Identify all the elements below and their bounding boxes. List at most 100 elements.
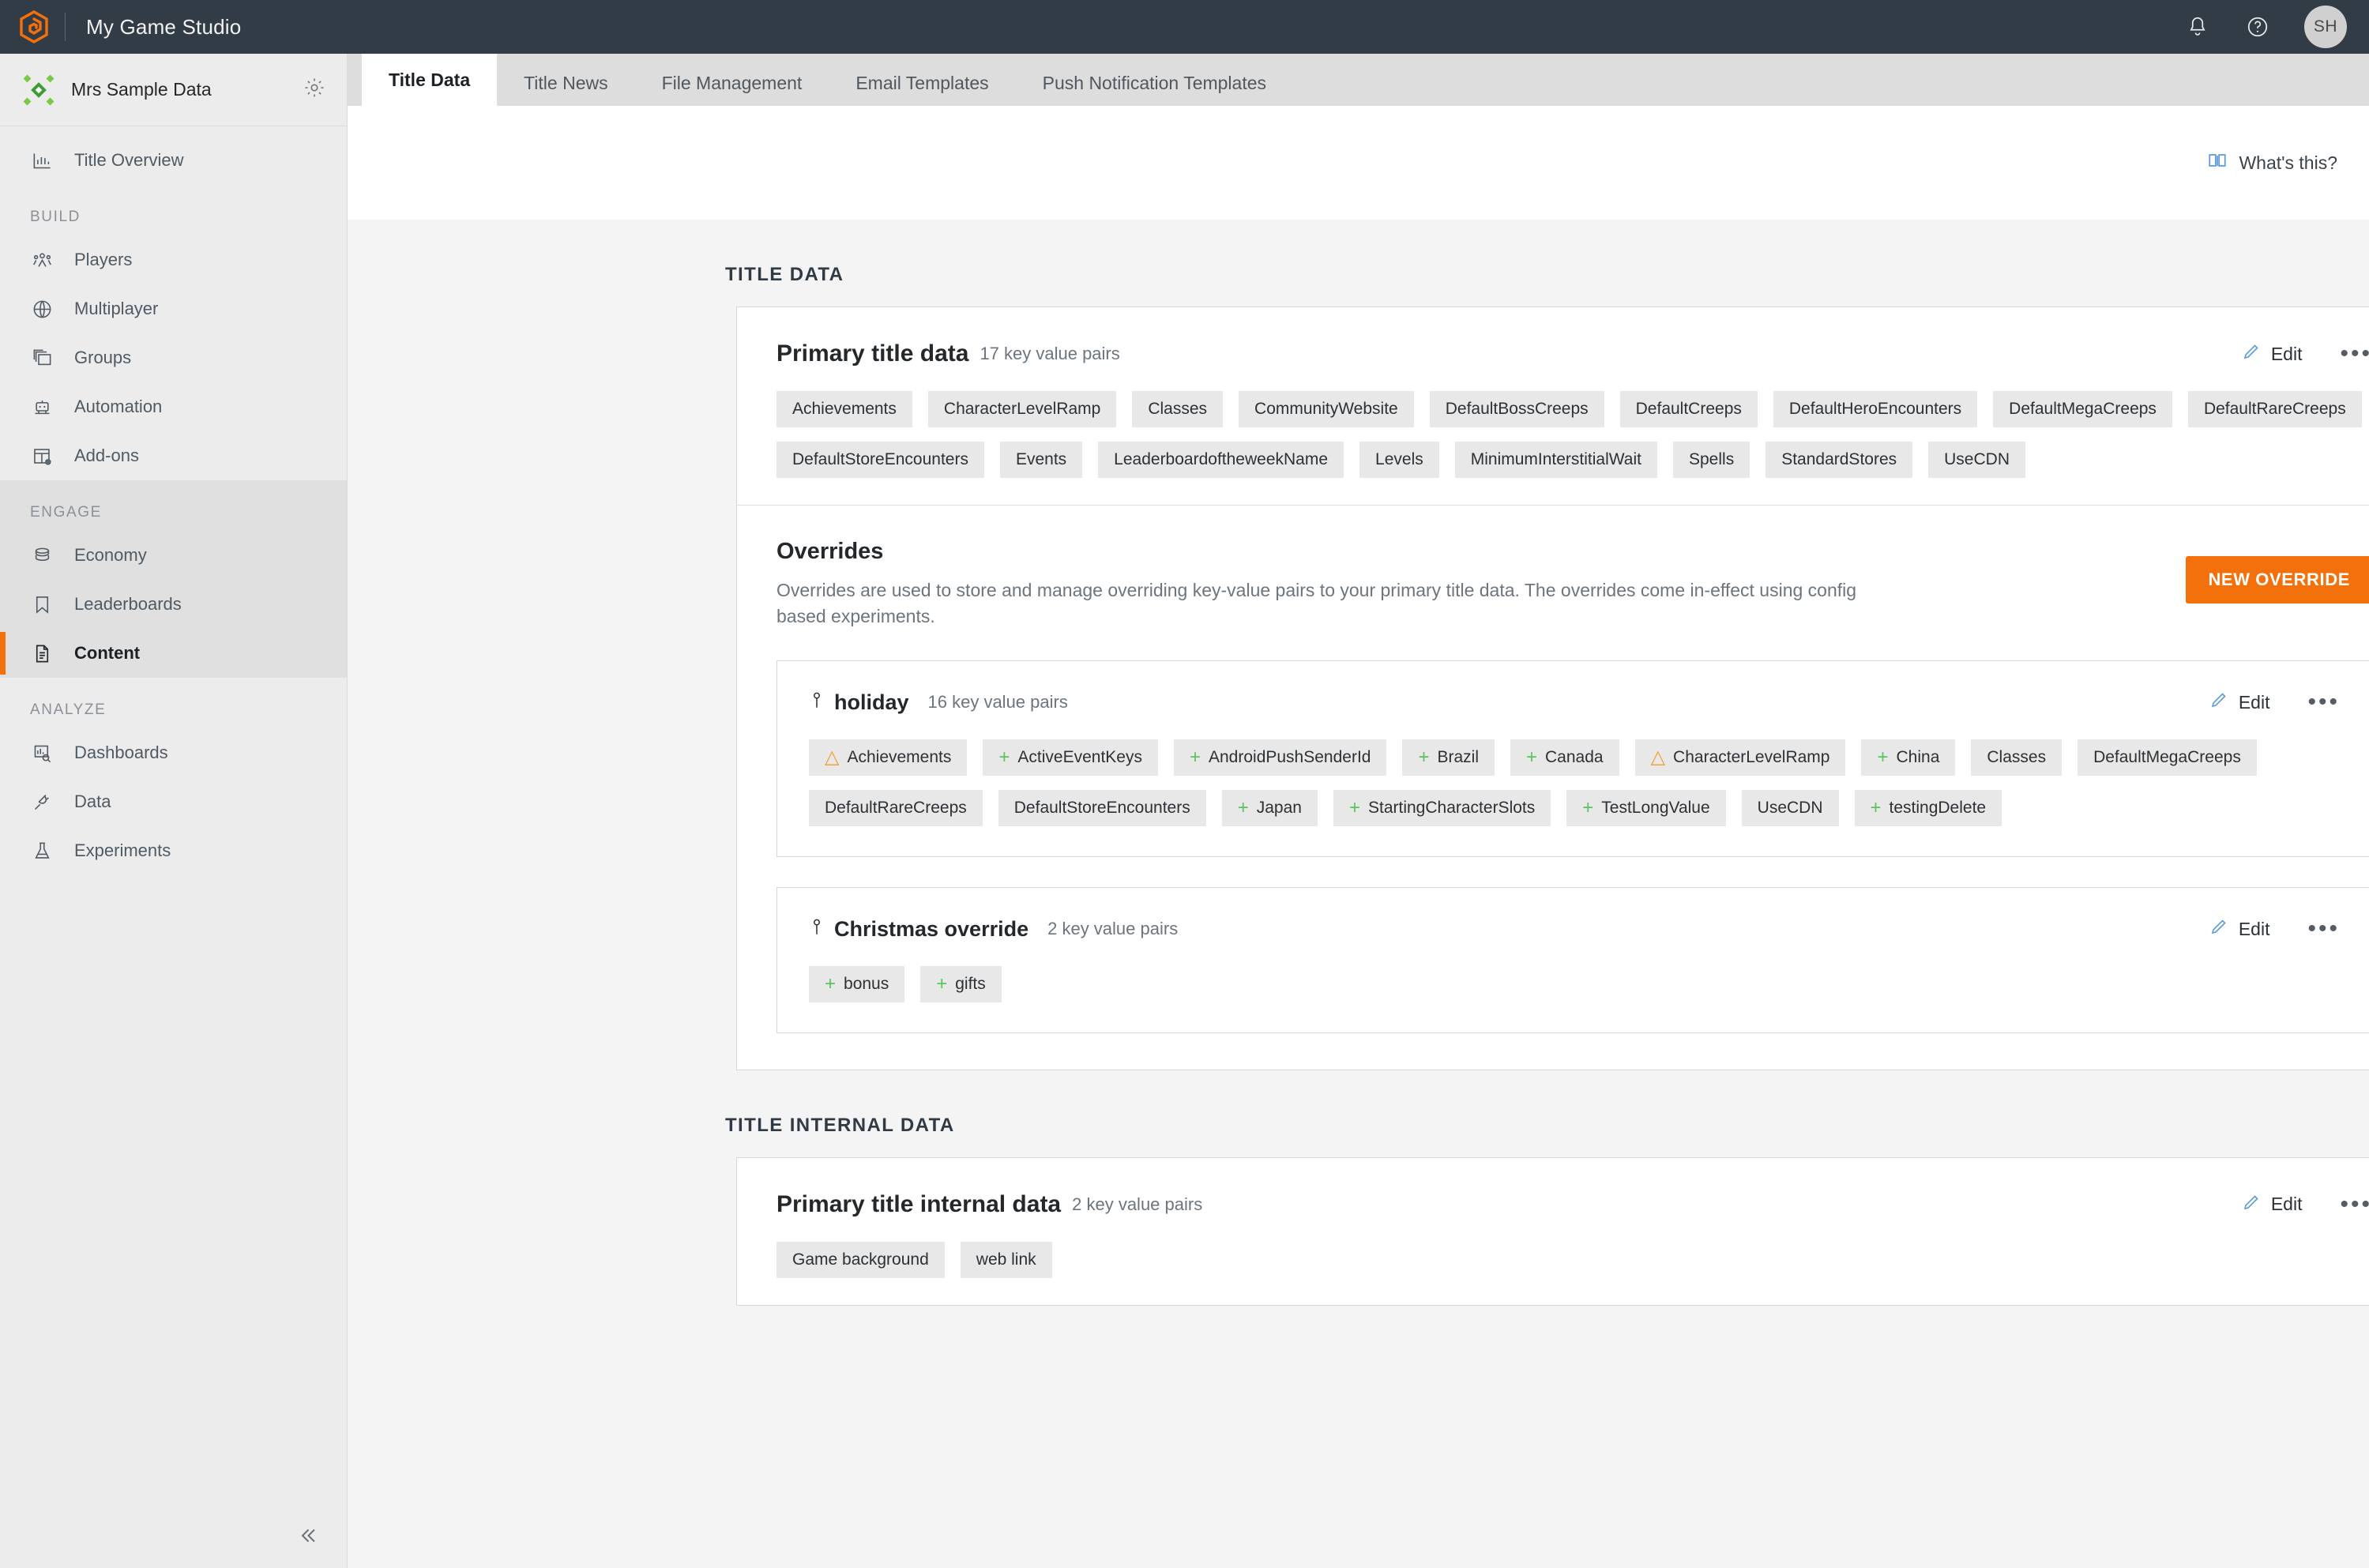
- edit-primary-title-data-button[interactable]: Edit: [2242, 342, 2302, 366]
- document-lines-icon: [30, 641, 54, 665]
- playfab-hex-logo-icon: [17, 10, 51, 43]
- sidebar-item-players[interactable]: Players: [0, 235, 347, 284]
- overrides-description: Overrides are used to store and manage o…: [777, 580, 1857, 627]
- key-chip[interactable]: DefaultStoreEncounters: [777, 442, 984, 478]
- key-chip[interactable]: UseCDN: [1741, 789, 1839, 826]
- key-chip[interactable]: CharacterLevelRamp: [927, 391, 1117, 427]
- sidebar-item-experiments[interactable]: Experiments: [0, 826, 347, 875]
- key-chip[interactable]: + gifts: [920, 965, 1002, 1002]
- primary-title-internal-data-keys: Game background web link: [777, 1241, 2369, 1278]
- new-override-button[interactable]: NEW OVERRIDE: [2186, 556, 2369, 604]
- sidebar-item-label: Title Overview: [74, 150, 184, 170]
- sidebar-item-add-ons[interactable]: Add-ons: [0, 431, 347, 480]
- override-christmas-name: Christmas override 2 key value pairs: [809, 916, 1178, 942]
- ellipsis-icon[interactable]: •••: [2307, 690, 2340, 714]
- bottom-spacer: [348, 1306, 2369, 1353]
- sidebar-item-label: Groups: [74, 348, 132, 367]
- ellipsis-icon[interactable]: •••: [2307, 917, 2340, 941]
- tab-push-notification-templates[interactable]: Push Notification Templates: [1016, 60, 1293, 106]
- key-chip-label: China: [1896, 747, 1940, 766]
- key-chip[interactable]: Classes: [1132, 391, 1224, 427]
- edit-override-christmas-button[interactable]: Edit: [2209, 917, 2269, 941]
- key-chip[interactable]: web link: [960, 1241, 1052, 1278]
- key-chip[interactable]: Game background: [777, 1241, 945, 1278]
- chart-search-icon: [30, 741, 54, 765]
- key-chip[interactable]: DefaultRareCreeps: [809, 789, 983, 826]
- ellipsis-icon[interactable]: •••: [2340, 342, 2369, 366]
- key-chip[interactable]: Events: [999, 442, 1083, 478]
- tab-title-news[interactable]: Title News: [497, 60, 635, 106]
- question-circle-icon[interactable]: [2244, 13, 2271, 40]
- whats-this-link[interactable]: What's this?: [2207, 150, 2337, 175]
- overrides-panel: Overrides Overrides are used to store an…: [737, 505, 2369, 1070]
- key-chip[interactable]: DefaultBossCreeps: [1429, 391, 1604, 427]
- override-name-label: holiday: [834, 690, 909, 714]
- key-chip[interactable]: DefaultHeroEncounters: [1773, 391, 1978, 427]
- sidebar-item-label: Multiplayer: [74, 299, 159, 318]
- sidebar-item-automation[interactable]: Automation: [0, 382, 347, 431]
- key-chip[interactable]: + testingDelete: [1854, 789, 2002, 826]
- tab-email-templates[interactable]: Email Templates: [829, 60, 1015, 106]
- ellipsis-icon[interactable]: •••: [2340, 1192, 2369, 1216]
- key-chip[interactable]: + Japan: [1221, 789, 1318, 826]
- key-chip[interactable]: + Brazil: [1402, 739, 1495, 776]
- tab-title-data[interactable]: Title Data: [362, 54, 498, 106]
- sidebar-item-label: Leaderboards: [74, 594, 182, 614]
- sidebar-item-economy[interactable]: Economy: [0, 531, 347, 580]
- title-internal-data-section-heading: TITLE INTERNAL DATA: [725, 1114, 955, 1136]
- key-chip[interactable]: △ Achievements: [809, 739, 968, 776]
- key-chip[interactable]: CommunityWebsite: [1239, 391, 1414, 427]
- key-chip[interactable]: Spells: [1673, 442, 1750, 478]
- key-chip[interactable]: DefaultCreeps: [1619, 391, 1758, 427]
- override-name-label: Christmas override: [834, 916, 1029, 941]
- key-chip[interactable]: LeaderboardoftheweekName: [1098, 442, 1344, 478]
- warning-triangle-icon: △: [1650, 746, 1666, 768]
- whats-this-bar: What's this?: [348, 106, 2369, 220]
- primary-title-data-actions: Edit •••: [2242, 342, 2369, 366]
- sidebar-item-groups[interactable]: Groups: [0, 333, 347, 382]
- sidebar-item-content[interactable]: Content: [0, 629, 347, 678]
- edit-override-holiday-button[interactable]: Edit: [2209, 690, 2270, 714]
- key-chip[interactable]: + StartingCharacterSlots: [1333, 789, 1551, 826]
- edit-label: Edit: [2238, 691, 2270, 713]
- bookmark-icon: [30, 592, 54, 616]
- key-chip[interactable]: Classes: [1971, 739, 2063, 776]
- key-chip[interactable]: DefaultMegaCreeps: [1993, 391, 2172, 427]
- key-chip[interactable]: + ActiveEventKeys: [983, 739, 1158, 776]
- key-chip[interactable]: Achievements: [777, 391, 912, 427]
- key-chip[interactable]: DefaultRareCreeps: [2187, 391, 2362, 427]
- key-chip[interactable]: DefaultMegaCreeps: [2078, 739, 2257, 776]
- plus-icon: +: [825, 972, 837, 995]
- sidebar-collapse-button[interactable]: [0, 1524, 347, 1568]
- key-chip[interactable]: Levels: [1359, 442, 1439, 478]
- key-chip-label: StartingCharacterSlots: [1367, 798, 1536, 817]
- sidebar-item-dashboards[interactable]: Dashboards: [0, 728, 347, 777]
- key-chip[interactable]: + bonus: [809, 965, 905, 1002]
- key-chip[interactable]: + TestLongValue: [1566, 789, 1726, 826]
- tab-file-management[interactable]: File Management: [635, 60, 829, 106]
- studio-header[interactable]: Mrs Sample Data: [0, 54, 347, 126]
- book-icon: [2207, 150, 2228, 175]
- primary-title-internal-data-title: Primary title internal data: [777, 1190, 1062, 1217]
- avatar[interactable]: SH: [2304, 6, 2347, 48]
- sidebar-item-label: Players: [74, 250, 133, 269]
- key-chip[interactable]: StandardStores: [1765, 442, 1913, 478]
- sidebar-section-build: BUILD: [30, 209, 81, 225]
- sidebar-item-data[interactable]: Data: [0, 777, 347, 826]
- plus-icon: +: [1526, 746, 1538, 768]
- sidebar-item-title-overview[interactable]: Title Overview: [0, 136, 347, 185]
- branch-icon: [809, 690, 825, 716]
- key-chip[interactable]: UseCDN: [1928, 442, 2025, 478]
- sidebar-item-label: Dashboards: [74, 743, 168, 762]
- edit-primary-title-internal-data-button[interactable]: Edit: [2242, 1193, 2302, 1216]
- key-chip[interactable]: DefaultStoreEncounters: [998, 789, 1206, 826]
- key-chip[interactable]: + AndroidPushSenderId: [1173, 739, 1387, 776]
- key-chip[interactable]: + Canada: [1510, 739, 1619, 776]
- key-chip[interactable]: △ CharacterLevelRamp: [1634, 739, 1846, 776]
- key-chip[interactable]: + China: [1861, 739, 1956, 776]
- bell-icon[interactable]: [2184, 13, 2211, 40]
- sidebar-item-leaderboards[interactable]: Leaderboards: [0, 580, 347, 629]
- key-chip[interactable]: MinimumInterstitialWait: [1454, 442, 1657, 478]
- sidebar-item-multiplayer[interactable]: Multiplayer: [0, 284, 347, 333]
- gear-icon[interactable]: [303, 76, 326, 103]
